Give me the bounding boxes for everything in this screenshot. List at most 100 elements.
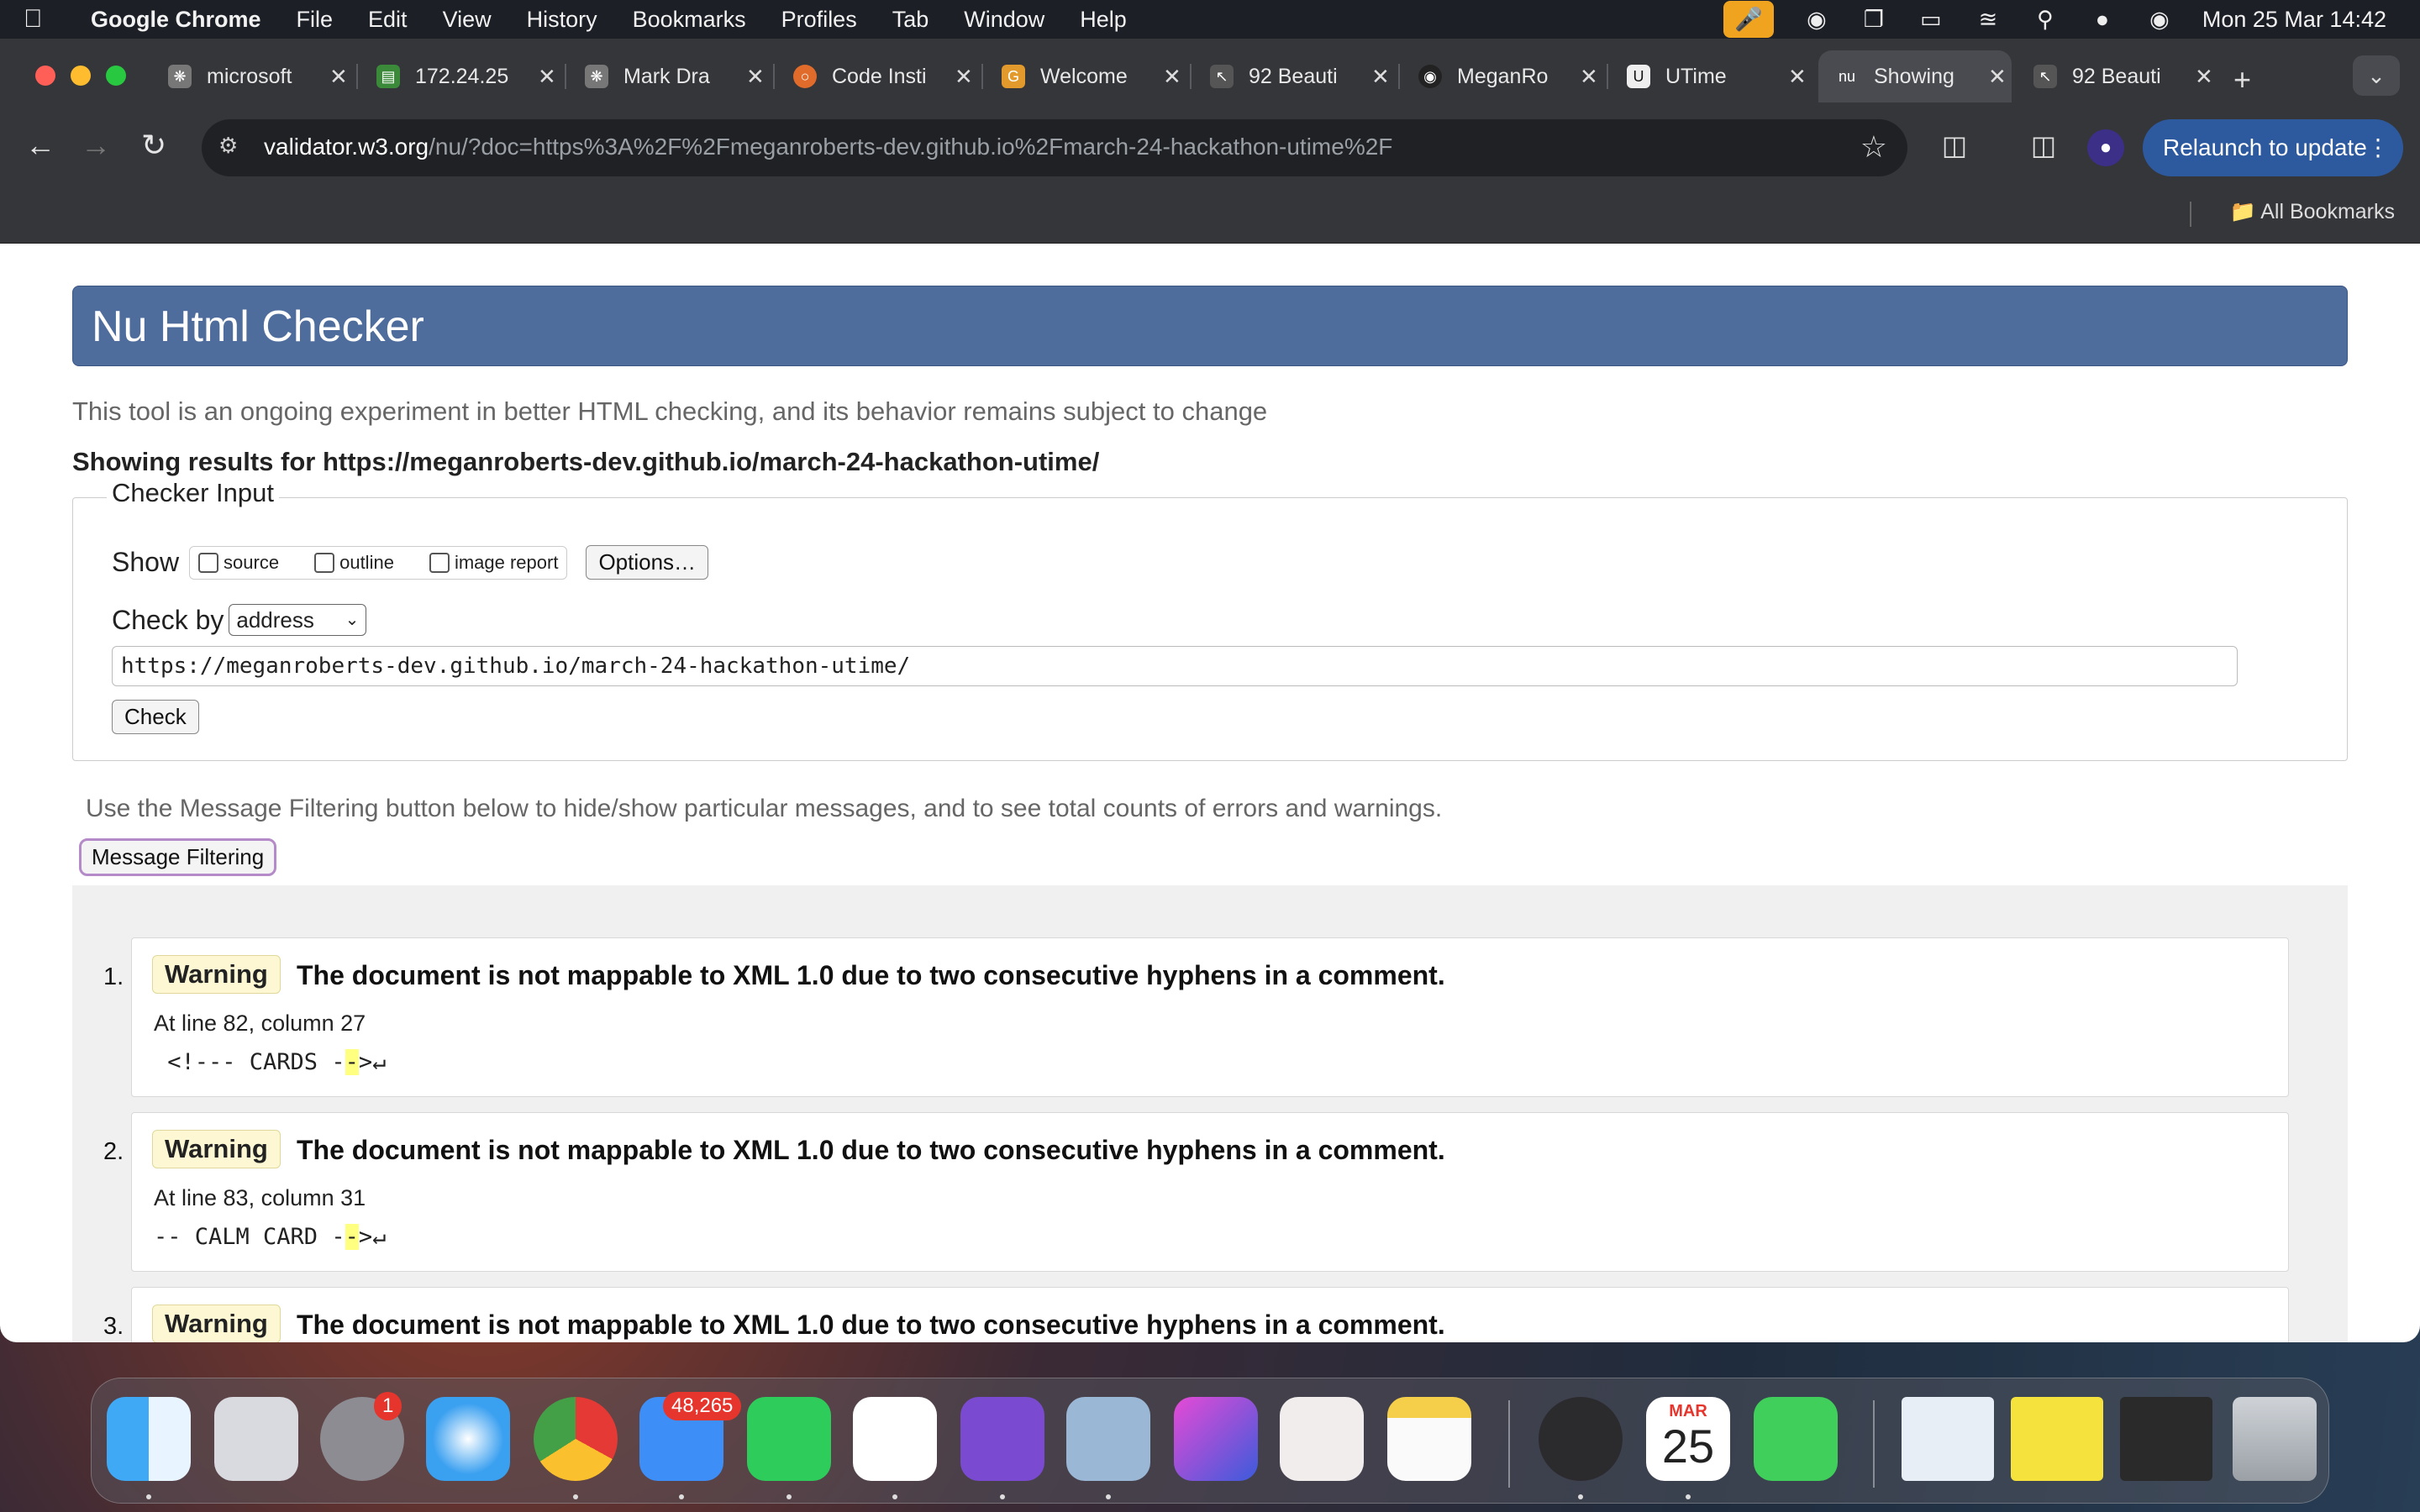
chrome-icon[interactable]: [534, 1397, 618, 1481]
warning-badge: Warning: [152, 1130, 281, 1168]
zoom-window-icon[interactable]: [106, 66, 126, 86]
tab-4[interactable]: G Welcome ✕: [985, 50, 1186, 102]
preview-icon[interactable]: [1066, 1397, 1150, 1481]
bookmark-star-icon[interactable]: ☆: [1860, 129, 1887, 165]
close-tab-icon[interactable]: ✕: [329, 64, 348, 90]
running-indicator: [1106, 1494, 1111, 1499]
message-location[interactable]: At line 83, column 31: [154, 1185, 366, 1211]
minimized-window-thumbnail[interactable]: [2120, 1397, 2212, 1481]
address-bar[interactable]: ⚙ validator.w3.org/nu/?doc=https%3A%2F%2…: [202, 119, 1907, 176]
more-menu-icon[interactable]: ⋮: [2366, 119, 2390, 176]
image-report-checkbox[interactable]: [429, 552, 450, 573]
tab-8-active[interactable]: nu Showing ✕: [1818, 50, 2012, 102]
menu-app-name[interactable]: Google Chrome: [91, 7, 261, 33]
facetime-icon[interactable]: [1754, 1397, 1838, 1481]
options-button[interactable]: Options…: [586, 545, 709, 580]
tab-strip: ❋ microsoft ✕ ▤ 172.24.25 ✕ ❋ Mark Dra ✕ ○ Code…: [0, 39, 2420, 113]
tab-6[interactable]: ◉ MeganRo ✕: [1402, 50, 1603, 102]
notes-icon[interactable]: [1387, 1397, 1471, 1481]
tab-1[interactable]: ▤ 172.24.25 ✕: [360, 50, 561, 102]
tasks-icon[interactable]: [1280, 1397, 1364, 1481]
close-tab-icon[interactable]: ✕: [1371, 64, 1390, 90]
code-before: <!--- CARDS -: [154, 1049, 345, 1075]
tab-0[interactable]: ❋ microsoft ✕: [151, 50, 353, 102]
source-checkbox[interactable]: [198, 552, 219, 573]
menu-clock[interactable]: Mon 25 Mar 14:42: [2202, 7, 2386, 33]
window-icon[interactable]: ❐: [1860, 7, 1888, 32]
tab-7[interactable]: U UTime ✕: [1610, 50, 1812, 102]
outline-checkbox[interactable]: [314, 552, 335, 573]
trash-icon[interactable]: [2233, 1397, 2317, 1481]
forward-icon[interactable]: →: [81, 128, 111, 163]
wifi-icon[interactable]: ≊: [1974, 7, 2002, 32]
back-icon[interactable]: ←: [25, 128, 55, 163]
tab-divider: [565, 64, 566, 89]
close-tab-icon[interactable]: ✕: [1788, 64, 1807, 90]
address-url[interactable]: validator.w3.org/nu/?doc=https%3A%2F%2Fm…: [264, 134, 1392, 160]
close-tab-icon[interactable]: ✕: [1580, 64, 1598, 90]
finder-icon[interactable]: [107, 1397, 191, 1481]
close-tab-icon[interactable]: ✕: [2195, 64, 2213, 90]
shortcuts-icon[interactable]: [1174, 1397, 1258, 1481]
code-after: >↵: [358, 1049, 387, 1075]
launchpad-icon[interactable]: [214, 1397, 298, 1481]
document-url-input[interactable]: https://meganroberts-dev.github.io/march…: [112, 646, 2238, 686]
safari-icon[interactable]: [426, 1397, 510, 1481]
close-tab-icon[interactable]: ✕: [955, 64, 973, 90]
quicktime-icon[interactable]: [1539, 1397, 1623, 1481]
page-content: Nu Html Checker This tool is an ongoing …: [0, 244, 2420, 1342]
menu-window[interactable]: Window: [964, 7, 1044, 33]
apple-menu-icon[interactable]: : [24, 5, 71, 34]
profile-avatar[interactable]: ●: [2087, 129, 2124, 166]
check-by-select[interactable]: address ⌄: [229, 604, 367, 636]
tab-9[interactable]: ↖ 92 Beauti ✕: [2017, 50, 2218, 102]
minimize-window-icon[interactable]: [71, 66, 91, 86]
battery-icon[interactable]: ▭: [1917, 7, 1945, 32]
tab-3[interactable]: ○ Code Insti ✕: [776, 50, 978, 102]
code-highlight: -: [345, 1224, 359, 1250]
message-location[interactable]: At line 82, column 27: [154, 1011, 366, 1037]
close-tab-icon[interactable]: ✕: [746, 64, 765, 90]
minimized-window-thumbnail[interactable]: [1902, 1397, 1994, 1481]
menu-bookmarks[interactable]: Bookmarks: [633, 7, 746, 33]
check-by-row: Check by address ⌄: [112, 604, 367, 636]
menu-history[interactable]: History: [527, 7, 597, 33]
tab-5[interactable]: ↖ 92 Beauti ✕: [1193, 50, 1395, 102]
new-tab-icon[interactable]: +: [2233, 62, 2251, 97]
close-window-icon[interactable]: [35, 66, 55, 86]
menu-file[interactable]: File: [297, 7, 334, 33]
whatsapp-icon[interactable]: [747, 1397, 831, 1481]
check-button[interactable]: Check: [112, 700, 199, 734]
message-filtering-button[interactable]: Message Filtering: [79, 838, 277, 876]
running-indicator: [573, 1494, 578, 1499]
extensions-icon[interactable]: ◫: [1936, 129, 1973, 166]
close-tab-icon[interactable]: ✕: [1988, 64, 2007, 90]
reload-icon[interactable]: ↻: [141, 128, 166, 163]
github-desktop-icon[interactable]: [960, 1397, 1044, 1481]
tab-search-icon[interactable]: ⌄: [2353, 55, 2400, 96]
control-center-icon[interactable]: ●: [2088, 7, 2117, 32]
slack-icon[interactable]: [853, 1397, 937, 1481]
search-icon[interactable]: ⚲: [2031, 7, 2060, 32]
calendar-icon[interactable]: MAR 25: [1646, 1397, 1730, 1481]
relaunch-button[interactable]: Relaunch to update ⋮: [2143, 119, 2403, 176]
menu-help[interactable]: Help: [1080, 7, 1127, 33]
site-info-icon[interactable]: ⚙: [218, 133, 249, 163]
close-tab-icon[interactable]: ✕: [538, 64, 556, 90]
running-indicator: [679, 1494, 684, 1499]
tab-2[interactable]: ❋ Mark Dra ✕: [568, 50, 770, 102]
menu-profiles[interactable]: Profiles: [781, 7, 857, 33]
tab-title: Showing: [1874, 64, 1954, 88]
screen-record-icon[interactable]: ◉: [1802, 7, 1831, 32]
menu-edit[interactable]: Edit: [368, 7, 408, 33]
settings-badge: 1: [374, 1392, 402, 1420]
menu-tab[interactable]: Tab: [892, 7, 929, 33]
results-list: 1. Warning The document is not mappable …: [72, 885, 2348, 1342]
microphone-icon[interactable]: 🎤: [1723, 1, 1774, 38]
all-bookmarks-button[interactable]: 📁 All Bookmarks: [2230, 200, 2395, 224]
menu-view[interactable]: View: [443, 7, 492, 33]
side-panel-icon[interactable]: ◫: [2025, 129, 2062, 166]
close-tab-icon[interactable]: ✕: [1163, 64, 1181, 90]
minimized-window-thumbnail[interactable]: [2011, 1397, 2103, 1481]
siri-icon[interactable]: ◉: [2145, 7, 2174, 32]
